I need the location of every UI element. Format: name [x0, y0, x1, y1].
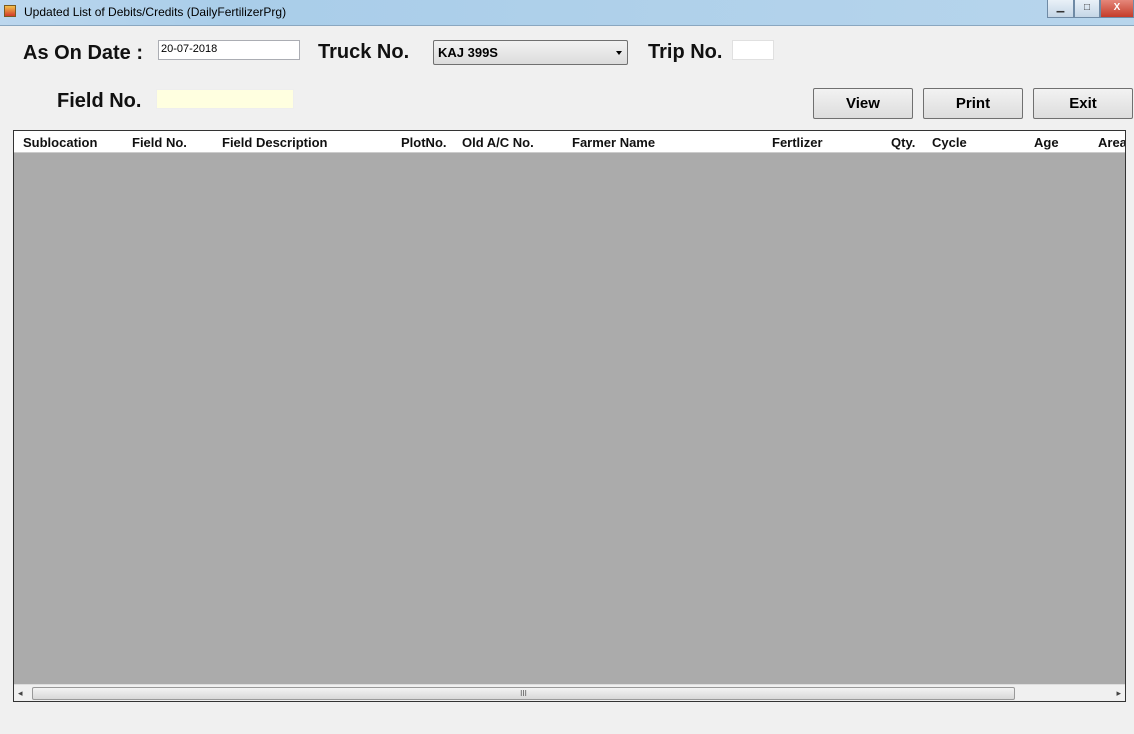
window-title: Updated List of Debits/Credits (DailyFer… [24, 5, 287, 19]
column-header-fertlizer[interactable]: Fertlizer [772, 135, 823, 150]
maximize-button[interactable]: □ [1074, 0, 1100, 18]
chevron-down-icon [616, 51, 622, 55]
horizontal-scrollbar[interactable]: ◂ III ▸ [14, 684, 1125, 701]
truck-no-select[interactable]: KAJ 399S [433, 40, 628, 65]
trip-no-label: Trip No. [648, 41, 723, 63]
app-icon [4, 5, 16, 17]
view-button[interactable]: View [813, 88, 913, 119]
column-header-age[interactable]: Age [1034, 135, 1059, 150]
grid-header: Sublocation Field No. Field Description … [14, 131, 1125, 153]
column-header-farmer-name[interactable]: Farmer Name [572, 135, 655, 150]
close-button[interactable]: X [1100, 0, 1134, 18]
as-on-date-label: As On Date : [23, 42, 144, 64]
column-header-cycle[interactable]: Cycle [932, 135, 967, 150]
truck-no-label: Truck No. [318, 41, 410, 63]
data-grid[interactable]: Sublocation Field No. Field Description … [13, 130, 1126, 702]
column-header-field-description[interactable]: Field Description [222, 135, 327, 150]
column-header-area[interactable]: Area [1098, 135, 1125, 150]
title-bar: Updated List of Debits/Credits (DailyFer… [0, 0, 1134, 26]
column-header-field-no[interactable]: Field No. [132, 135, 187, 150]
scroll-right-arrow-icon[interactable]: ▸ [1116, 688, 1121, 699]
column-header-qty[interactable]: Qty. [891, 135, 915, 150]
as-on-date-input[interactable]: 20-07-2018 [158, 40, 300, 60]
column-header-old-ac-no[interactable]: Old A/C No. [462, 135, 534, 150]
scroll-left-arrow-icon[interactable]: ◂ [18, 688, 23, 699]
exit-button[interactable]: Exit [1033, 88, 1133, 119]
column-header-sublocation[interactable]: Sublocation [23, 135, 97, 150]
field-no-input[interactable] [156, 89, 294, 109]
print-button[interactable]: Print [923, 88, 1023, 119]
field-no-label: Field No. [57, 90, 142, 112]
scrollbar-thumb[interactable]: III [32, 687, 1015, 700]
minimize-button[interactable]: ▁ [1047, 0, 1074, 18]
column-header-plot-no[interactable]: PlotNo. [401, 135, 447, 150]
truck-no-value: KAJ 399S [438, 45, 498, 60]
trip-no-input[interactable] [732, 40, 774, 60]
